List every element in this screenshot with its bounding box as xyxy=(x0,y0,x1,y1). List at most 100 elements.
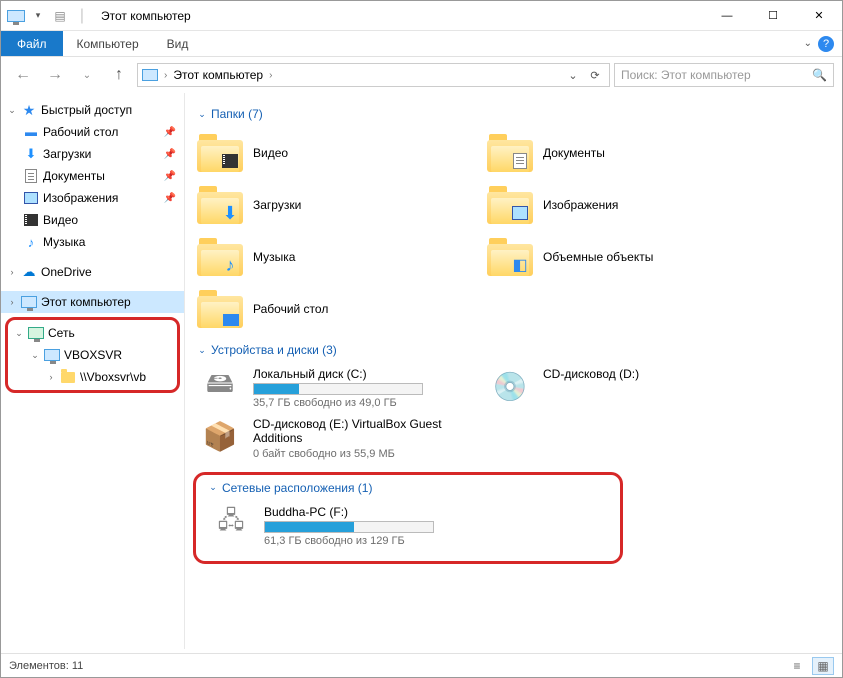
qat-divider: | xyxy=(73,7,91,25)
pin-icon: 📌 xyxy=(164,127,176,138)
ribbon-expand-icon[interactable]: ⌄ xyxy=(804,38,812,49)
titlebar: ▾ ▤ | Этот компьютер — ☐ ✕ xyxy=(1,1,842,31)
folder-icon: ⬇ xyxy=(197,186,243,224)
chevron-down-icon[interactable] xyxy=(30,350,40,361)
section-drives[interactable]: Устройства и диски (3) xyxy=(197,343,834,357)
desktop-icon: ▬ xyxy=(23,124,39,140)
qat-dropdown[interactable]: ▾ xyxy=(29,7,47,25)
chevron-right-icon[interactable] xyxy=(7,297,17,307)
sidebar-item-videos[interactable]: Видео xyxy=(1,209,184,231)
minimize-button[interactable]: — xyxy=(704,1,750,31)
star-icon: ★ xyxy=(21,102,37,118)
sidebar-onedrive[interactable]: ☁ OneDrive xyxy=(1,261,184,283)
folder-icon xyxy=(60,369,76,385)
back-button[interactable]: ← xyxy=(9,61,37,89)
details-view-button[interactable]: ≡ xyxy=(786,657,808,675)
sidebar-item-pictures[interactable]: Изображения 📌 xyxy=(1,187,184,209)
download-icon: ⬇ xyxy=(23,146,39,162)
address-dropdown[interactable]: ⌄ xyxy=(563,65,583,85)
breadcrumb-thispc[interactable]: Этот компьютер xyxy=(173,68,263,82)
sidebar-quick-access[interactable]: ★ Быстрый доступ xyxy=(1,99,184,121)
picture-icon xyxy=(23,190,39,206)
folder-icon xyxy=(197,290,243,328)
properties-icon[interactable]: ▤ xyxy=(51,7,69,25)
help-button[interactable]: ? xyxy=(818,36,834,52)
window-title: Этот компьютер xyxy=(101,9,191,23)
ribbon: Файл Компьютер Вид ⌄ ? xyxy=(1,31,842,57)
document-icon xyxy=(23,168,39,184)
chevron-down-icon[interactable] xyxy=(197,345,207,356)
folder-icon: ◧ xyxy=(487,238,533,276)
refresh-button[interactable]: ⟳ xyxy=(585,65,605,85)
cloud-icon: ☁ xyxy=(21,264,37,280)
up-button[interactable]: ↑ xyxy=(105,61,133,89)
search-icon: 🔍 xyxy=(812,68,827,82)
chevron-down-icon[interactable] xyxy=(208,482,218,493)
folder-music[interactable]: ♪ Музыка xyxy=(193,231,483,283)
sidebar-this-pc[interactable]: Этот компьютер xyxy=(1,291,184,313)
drive-local-c[interactable]: 🖴 Локальный диск (C:) 35,7 ГБ свободно и… xyxy=(193,363,483,413)
sidebar-network[interactable]: Сеть xyxy=(8,322,177,344)
tiles-view-button[interactable]: ▦ xyxy=(812,657,834,675)
music-icon: ♪ xyxy=(23,234,39,250)
section-network-locations[interactable]: Сетевые расположения (1) xyxy=(208,481,612,495)
section-folders[interactable]: Папки (7) xyxy=(197,107,834,121)
sidebar-item-desktop[interactable]: ▬ Рабочий стол 📌 xyxy=(1,121,184,143)
tab-computer[interactable]: Компьютер xyxy=(63,31,153,56)
chevron-right-icon[interactable]: › xyxy=(269,70,272,81)
content-pane: Папки (7) Видео ⬇ Загрузки ♪ Музыка Ра xyxy=(185,93,842,649)
forward-button[interactable]: → xyxy=(41,61,69,89)
folder-desktop[interactable]: Рабочий стол xyxy=(193,283,483,335)
vbox-icon: 📦 xyxy=(197,417,243,455)
sidebar-item-music[interactable]: ♪ Музыка xyxy=(1,231,184,253)
chevron-right-icon[interactable] xyxy=(46,372,56,382)
chevron-right-icon[interactable]: › xyxy=(164,70,167,81)
hdd-icon: 🖴 xyxy=(197,367,243,405)
navigation-bar: ← → ⌄ ↑ › Этот компьютер › ⌄ ⟳ Поиск: Эт… xyxy=(1,57,842,93)
pin-icon: 📌 xyxy=(164,193,176,204)
system-icon[interactable] xyxy=(7,7,25,25)
chevron-down-icon[interactable] xyxy=(197,109,207,120)
search-input[interactable]: Поиск: Этот компьютер 🔍 xyxy=(614,63,834,87)
cd-icon: 💿 xyxy=(487,367,533,405)
chevron-right-icon[interactable] xyxy=(7,267,17,277)
sidebar-item-downloads[interactable]: ⬇ Загрузки 📌 xyxy=(1,143,184,165)
close-button[interactable]: ✕ xyxy=(796,1,842,31)
recent-dropdown[interactable]: ⌄ xyxy=(73,61,101,89)
video-icon xyxy=(23,212,39,228)
folder-icon xyxy=(487,186,533,224)
navigation-pane: ★ Быстрый доступ ▬ Рабочий стол 📌 ⬇ Загр… xyxy=(1,93,185,649)
pin-icon: 📌 xyxy=(164,149,176,160)
folder-icon xyxy=(487,134,533,172)
storage-bar xyxy=(264,521,434,533)
sidebar-item-documents[interactable]: Документы 📌 xyxy=(1,165,184,187)
folder-videos[interactable]: Видео xyxy=(193,127,483,179)
search-placeholder: Поиск: Этот компьютер xyxy=(621,68,751,82)
drive-cd-d[interactable]: 💿 CD-дисковод (D:) xyxy=(483,363,773,413)
folder-documents[interactable]: Документы xyxy=(483,127,773,179)
file-tab[interactable]: Файл xyxy=(1,31,63,56)
pc-icon xyxy=(142,69,158,81)
network-drive-buddha[interactable]: 🖧 Buddha-PC (F:) 61,3 ГБ свободно из 129… xyxy=(204,501,494,551)
storage-bar xyxy=(253,383,423,395)
pin-icon: 📌 xyxy=(164,171,176,182)
network-drive-icon: 🖧 xyxy=(208,505,254,543)
network-icon xyxy=(28,325,44,341)
pc-icon xyxy=(21,294,37,310)
tab-view[interactable]: Вид xyxy=(153,31,203,56)
highlight-annotation: Сеть VBOXSVR \\Vboxsvr\vb xyxy=(5,317,180,393)
sidebar-vboxsvr[interactable]: VBOXSVR xyxy=(8,344,177,366)
highlight-annotation: Сетевые расположения (1) 🖧 Buddha-PC (F:… xyxy=(193,472,623,564)
folder-pictures[interactable]: Изображения xyxy=(483,179,773,231)
item-count: Элементов: 11 xyxy=(9,660,83,672)
sidebar-vb-share[interactable]: \\Vboxsvr\vb xyxy=(8,366,177,388)
drive-vbox-e[interactable]: 📦 CD-дисковод (E:) VirtualBox Guest Addi… xyxy=(193,413,483,464)
address-bar[interactable]: › Этот компьютер › ⌄ ⟳ xyxy=(137,63,610,87)
maximize-button[interactable]: ☐ xyxy=(750,1,796,31)
status-bar: Элементов: 11 ≡ ▦ xyxy=(1,653,842,677)
chevron-down-icon[interactable] xyxy=(7,105,17,116)
folder-downloads[interactable]: ⬇ Загрузки xyxy=(193,179,483,231)
folder-icon: ♪ xyxy=(197,238,243,276)
folder-3d-objects[interactable]: ◧ Объемные объекты xyxy=(483,231,773,283)
chevron-down-icon[interactable] xyxy=(14,328,24,339)
